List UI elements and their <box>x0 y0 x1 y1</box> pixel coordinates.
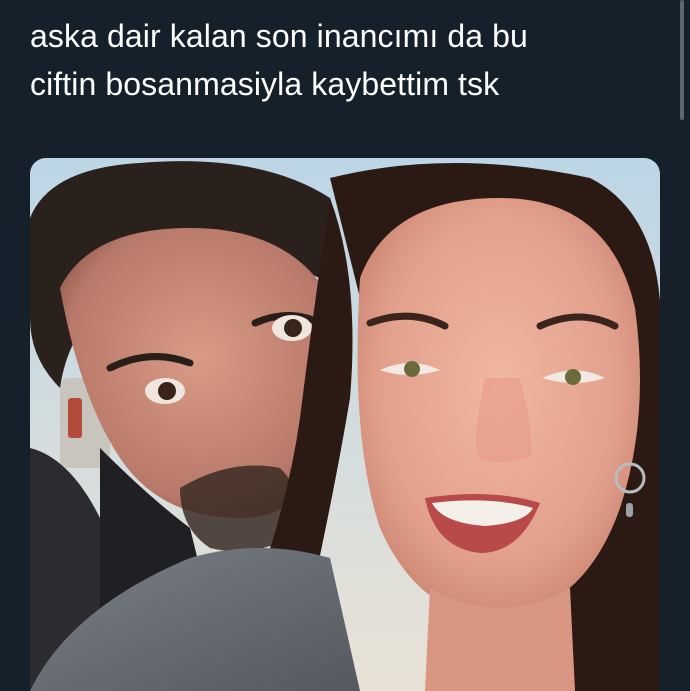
tweet-text-line-2: ciftin bosanmasiyla kaybettim tsk <box>30 66 500 102</box>
tweet-text-line-1: aska dair kalan son inancımı da bu <box>30 18 528 54</box>
tweet-view: aska dair kalan son inancımı da bu cifti… <box>0 0 690 691</box>
tweet-text: aska dair kalan son inancımı da bu cifti… <box>30 12 650 108</box>
scrollbar[interactable] <box>680 0 684 120</box>
selfie-photo-illustration <box>30 158 660 691</box>
tweet-photo[interactable] <box>30 158 660 691</box>
